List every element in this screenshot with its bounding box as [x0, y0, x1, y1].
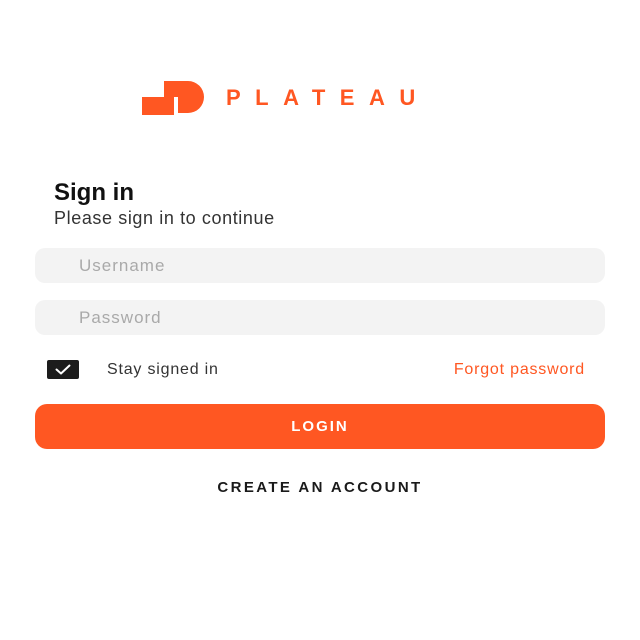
- create-account-link[interactable]: CREATE AN ACCOUNT: [0, 478, 640, 498]
- stay-signed-in-checkbox[interactable]: [47, 360, 79, 379]
- forgot-password-link[interactable]: Forgot password: [454, 360, 585, 380]
- page-subtitle: Please sign in to continue: [54, 208, 275, 228]
- brand-name: PLATEAU: [226, 85, 430, 110]
- username-input[interactable]: [35, 248, 605, 283]
- stay-signed-in-label: Stay signed in: [107, 361, 219, 378]
- login-button[interactable]: LOGIN: [35, 404, 605, 449]
- login-screen: PLATEAU Sign in Please sign in to contin…: [0, 0, 640, 640]
- brand-header: PLATEAU: [142, 80, 430, 116]
- page-title: Sign in: [54, 179, 134, 206]
- plateau-logo-icon: [142, 81, 204, 115]
- checkmark-icon: [55, 364, 71, 375]
- password-input[interactable]: [35, 300, 605, 335]
